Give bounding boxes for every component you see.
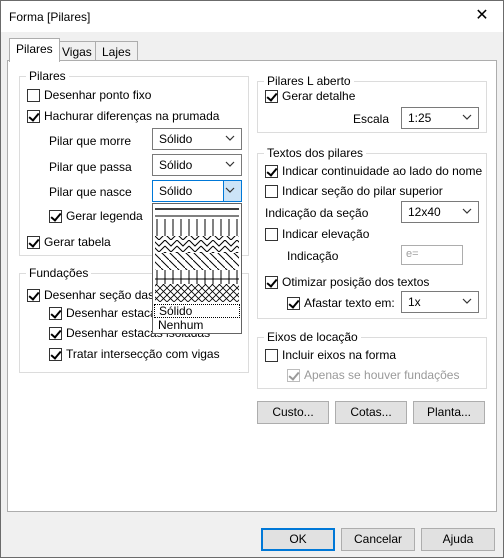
hachurar-checkbox[interactable]: Hachurar diferenças na prumada [27, 109, 219, 123]
pilar-que-morre-label: Pilar que morre [49, 134, 132, 148]
indicacao-secao-select[interactable]: 12x40 [401, 201, 479, 223]
checkbox-label: Indicar seção do pilar superior [282, 184, 443, 198]
chevron-down-icon [462, 298, 472, 304]
checkbox-label: Tratar intersecção com vigas [66, 347, 220, 361]
checkbox-box[interactable] [27, 109, 40, 123]
checkbox-label: Gerar detalhe [282, 89, 356, 103]
group-label-pilares-l: Pilares L aberto [264, 74, 354, 88]
incluir-eixos-checkbox[interactable]: Incluir eixos na forma [265, 348, 396, 362]
dropdown-option-solido[interactable]: Sólido [154, 304, 240, 318]
title-bar: Forma [Pilares] ✕ [1, 1, 503, 32]
pattern-herringbone [155, 236, 239, 253]
tratar-interseccao-checkbox[interactable]: Tratar intersecção com vigas [49, 347, 220, 361]
checkbox-label: Gerar tabela [44, 235, 111, 249]
checkbox-box[interactable] [287, 368, 300, 382]
checkbox-box[interactable] [265, 184, 278, 198]
checkbox-box[interactable] [27, 235, 40, 249]
pilar-que-passa-select[interactable]: Sólido [152, 154, 242, 176]
pattern-vertical [155, 219, 239, 236]
gerar-legenda-checkbox[interactable]: Gerar legenda [49, 209, 143, 223]
cotas-button[interactable]: Cotas... [335, 401, 407, 424]
pattern-grid [155, 270, 239, 284]
checkbox-box[interactable] [49, 326, 62, 340]
checkbox-box[interactable] [27, 288, 40, 302]
tab-pilares[interactable]: Pilares [9, 38, 60, 62]
checkbox-box[interactable] [265, 164, 278, 178]
desenhar-ponto-fixo-checkbox[interactable]: Desenhar ponto fixo [27, 88, 151, 102]
desenhar-secao-checkbox[interactable]: Desenhar seção das fu [27, 288, 167, 302]
checkbox-box[interactable] [27, 88, 40, 102]
select-value: 1x [408, 295, 421, 309]
checkbox-box[interactable] [287, 296, 300, 310]
checkbox-label: Indicar elevação [282, 227, 370, 241]
checkbox-label: Otimizar posição dos textos [282, 275, 430, 289]
checkbox-label: Desenhar seção das fu [44, 288, 168, 302]
desenhar-estacas-checkbox[interactable]: Desenhar estacas [49, 306, 163, 320]
hatch-patterns [155, 208, 239, 302]
gerar-detalhe-checkbox[interactable]: Gerar detalhe [265, 89, 355, 103]
chevron-down-icon [462, 208, 472, 214]
chevron-down-icon [225, 161, 235, 167]
chevron-down-icon [225, 187, 235, 193]
indicacao-input[interactable]: e= [401, 245, 463, 265]
checkbox-box[interactable] [265, 227, 278, 241]
chevron-down-icon [225, 135, 235, 141]
dropdown-option-nenhum[interactable]: Nenhum [154, 319, 240, 333]
select-value: Sólido [159, 132, 193, 146]
indicar-secao-superior-checkbox[interactable]: Indicar seção do pilar superior [265, 184, 443, 198]
otimizar-posicao-checkbox[interactable]: Otimizar posição dos textos [265, 275, 429, 289]
indicar-elevacao-checkbox[interactable]: Indicar elevação [265, 227, 369, 241]
pattern-diagonal [155, 253, 239, 270]
custo-button[interactable]: Custo... [257, 401, 329, 424]
escala-label: Escala [353, 112, 390, 126]
checkbox-label: Apenas se houver fundações [304, 368, 460, 382]
select-value: 1:25 [408, 111, 432, 125]
window-title: Forma [Pilares] [9, 10, 91, 24]
escala-select[interactable]: 1:25 [401, 107, 479, 129]
planta-button[interactable]: Planta... [413, 401, 485, 424]
gerar-tabela-checkbox[interactable]: Gerar tabela [27, 235, 111, 249]
apenas-fundacoes-checkbox[interactable]: Apenas se houver fundações [287, 368, 459, 382]
checkbox-label: Indicar continuidade ao lado do nome [282, 164, 483, 178]
checkbox-box[interactable] [265, 275, 278, 289]
checkbox-label: Desenhar estacas [66, 306, 163, 320]
help-button[interactable]: Ajuda [421, 528, 495, 551]
indicacao-label: Indicação [287, 249, 339, 263]
group-label-textos: Textos dos pilares [264, 146, 367, 160]
chevron-down-icon [462, 114, 472, 120]
pilar-que-morre-select[interactable]: Sólido [152, 128, 242, 150]
select-value: Sólido [159, 158, 193, 172]
indicacao-secao-label: Indicação da seção [265, 206, 369, 220]
checkbox-box[interactable] [49, 347, 62, 361]
tab-lajes[interactable]: Lajes [95, 41, 138, 62]
group-label-eixos: Eixos de locação [264, 330, 361, 344]
checkbox-box[interactable] [49, 209, 62, 223]
select-value: Sólido [159, 184, 193, 198]
checkbox-box[interactable] [49, 306, 62, 320]
checkbox-label: Hachurar diferenças na prumada [44, 109, 220, 123]
hatch-dropdown-list[interactable]: Sólido Nenhum [152, 203, 242, 334]
checkbox-label: Incluir eixos na forma [282, 348, 397, 362]
checkbox-label: Gerar legenda [66, 209, 143, 223]
cancel-button[interactable]: Cancelar [341, 528, 415, 551]
checkbox-label: Desenhar ponto fixo [44, 88, 152, 102]
pilar-que-nasce-label: Pilar que nasce [49, 185, 132, 199]
afastar-texto-select[interactable]: 1x [401, 291, 479, 313]
checkbox-box[interactable] [265, 89, 278, 103]
group-label-pilares: Pilares [26, 69, 69, 83]
select-value: 12x40 [408, 205, 441, 219]
group-label-fundacoes: Fundações [26, 266, 92, 280]
dialog-window: Forma [Pilares] ✕ Pilares Vigas Lajes Pi… [0, 0, 504, 558]
checkbox-box[interactable] [265, 348, 278, 362]
checkbox-label: Afastar texto em: [304, 296, 395, 310]
tab-vigas[interactable]: Vigas [55, 41, 99, 62]
pilar-que-passa-label: Pilar que passa [49, 160, 132, 174]
afastar-texto-checkbox[interactable]: Afastar texto em: [287, 296, 395, 310]
close-icon[interactable]: ✕ [467, 4, 497, 28]
indicar-continuidade-checkbox[interactable]: Indicar continuidade ao lado do nome [265, 164, 482, 178]
pilar-que-nasce-select[interactable]: Sólido [152, 180, 242, 202]
pattern-crosshatch [155, 284, 239, 302]
ok-button[interactable]: OK [261, 528, 335, 551]
